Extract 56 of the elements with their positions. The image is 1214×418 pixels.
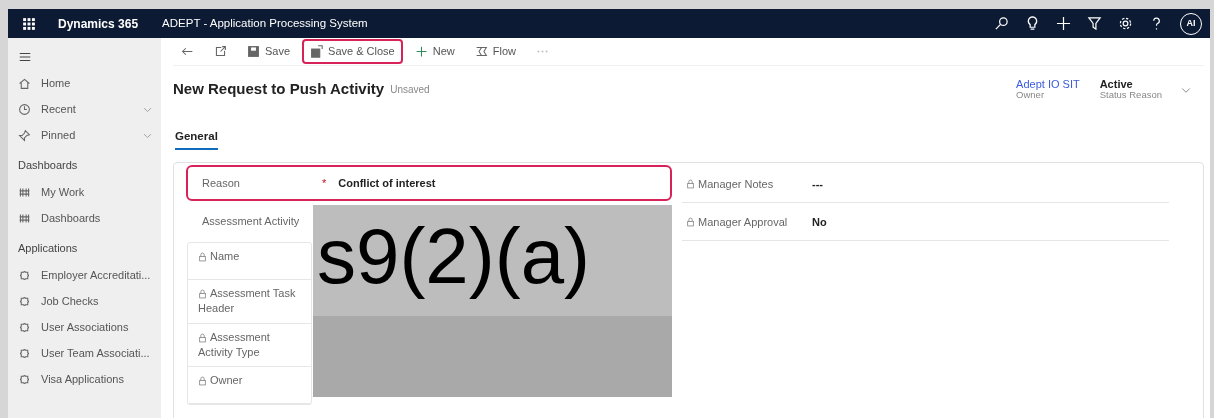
- field-label: Assessment Task Header: [198, 286, 296, 315]
- field-value[interactable]: Conflict of interest: [338, 175, 436, 192]
- pin-icon: [18, 128, 31, 142]
- nav-link[interactable]: Recent: [41, 102, 76, 116]
- search-icon[interactable]: [994, 16, 1009, 31]
- owner-link[interactable]: Adept IO SIT: [1016, 78, 1080, 91]
- field-value: No: [812, 214, 827, 230]
- nav-link[interactable]: Job Checks: [41, 294, 99, 308]
- nav-link[interactable]: Dashboards: [41, 211, 101, 225]
- nav-link[interactable]: Visa Applications: [41, 372, 124, 386]
- field-label: Manager Approval: [698, 214, 788, 230]
- product-name[interactable]: Dynamics 365: [58, 14, 139, 33]
- app-title: ADEPT - Application Processing System: [162, 15, 368, 31]
- nav-link[interactable]: Home: [41, 76, 71, 90]
- field-label: Manager Notes: [698, 176, 774, 192]
- save-close-button[interactable]: Save & Close: [302, 39, 403, 64]
- flow-icon: [474, 45, 488, 58]
- clock-icon: [18, 102, 31, 116]
- field-value: ---: [812, 176, 823, 192]
- settings-icon[interactable]: [1118, 16, 1133, 31]
- menu-icon[interactable]: [18, 50, 32, 64]
- field-label: Owner: [210, 374, 243, 387]
- home-icon: [18, 76, 31, 90]
- save-close-icon: [310, 45, 324, 58]
- nav-link[interactable]: My Work: [41, 185, 85, 199]
- plus-icon[interactable]: [1056, 16, 1071, 31]
- lightbulb-icon[interactable]: [1025, 16, 1040, 31]
- redaction-block: s9(2)(a): [313, 205, 672, 398]
- section-heading: Dashboards: [17, 157, 79, 173]
- popout-icon: [214, 45, 227, 58]
- nav-link[interactable]: Pinned: [41, 128, 76, 142]
- app-launcher-icon[interactable]: [22, 16, 36, 31]
- dashboard-icon: [18, 185, 31, 199]
- save-button[interactable]: Save: [239, 39, 299, 64]
- field-label: Status Reason: [1099, 90, 1162, 101]
- section-heading: Applications: [17, 240, 79, 256]
- flow-button[interactable]: Flow: [466, 39, 524, 64]
- save-state: Unsaved: [390, 83, 430, 97]
- tab[interactable]: General: [175, 124, 218, 151]
- filter-icon[interactable]: [1087, 16, 1102, 31]
- nav-link[interactable]: User Associations: [41, 320, 129, 334]
- back-arrow-icon: [181, 45, 194, 58]
- record-title: New Request to Push Activity: [173, 79, 385, 99]
- field-label: Name: [210, 249, 240, 262]
- section-label: Assessment Activity: [201, 214, 301, 230]
- plus-icon: [414, 45, 428, 58]
- field-label: Assessment Activity Type: [198, 330, 270, 358]
- required-mark: *: [322, 176, 327, 191]
- nav-link[interactable]: Employer Accreditati...: [41, 268, 151, 282]
- save-icon: [247, 45, 260, 58]
- dashboard-icon: [18, 211, 31, 225]
- field-label: Reason: [202, 176, 241, 191]
- status-value: Active: [1099, 78, 1134, 91]
- field-label: Owner: [1016, 90, 1046, 101]
- nav-link[interactable]: User Team Associati...: [41, 346, 150, 360]
- new-button[interactable]: New: [406, 39, 463, 64]
